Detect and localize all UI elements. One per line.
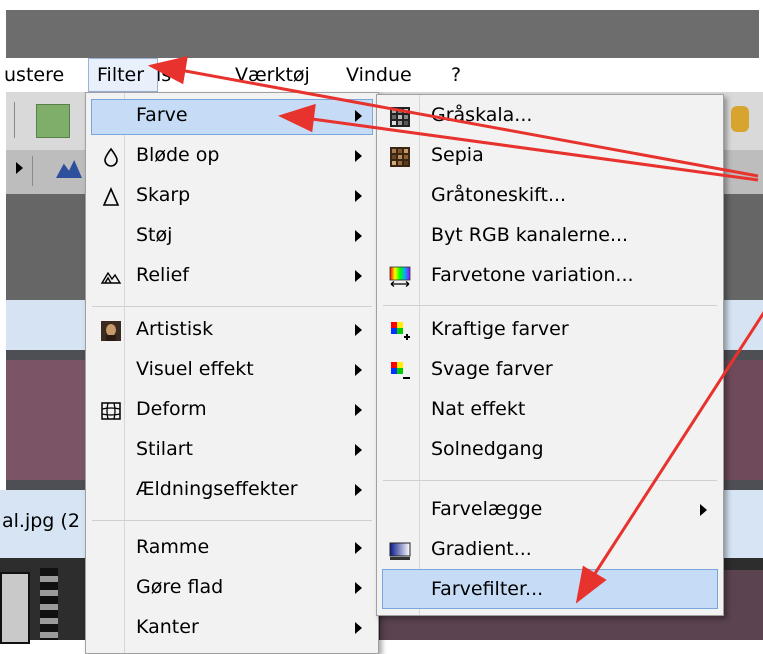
menu-item-gradient[interactable]: Gradient...: [377, 531, 723, 571]
menu-item-label: Relief: [136, 264, 189, 286]
menu-item-label: Byt RGB kanalerne...: [431, 224, 629, 246]
menu-item-label: Skarp: [136, 184, 191, 206]
menu-item-label: Farvetone variation...: [431, 264, 634, 286]
submenu-arrow-icon: [355, 190, 362, 202]
menu-separator: [383, 480, 717, 481]
menu-item-label: Farvelægge: [431, 498, 543, 520]
menu-item-label: Deform: [136, 398, 207, 420]
submenu-arrow-icon: [355, 404, 362, 416]
menu-item-label: Gråtoneskift...: [431, 184, 567, 206]
menu-item-label: Stilart: [136, 438, 193, 460]
menu-vis[interactable]: is: [156, 63, 171, 89]
menu-item-label: Farve: [136, 104, 188, 126]
menu-item-label: Visuel effekt: [136, 358, 254, 380]
submenu-arrow-icon: [355, 444, 362, 456]
menu-item-label: Farvefilter...: [431, 578, 544, 600]
submenu-arrow-icon: [355, 324, 362, 336]
menu-item-label: Ramme: [136, 536, 210, 558]
menu-item-label: Bløde op: [136, 144, 220, 166]
menu-filter[interactable]: Filter: [88, 58, 158, 92]
menu-item-label: Gradient...: [431, 538, 532, 560]
menu-item-byt-rgb[interactable]: Byt RGB kanalerne...: [377, 217, 723, 257]
grid-deform-icon: [101, 402, 121, 420]
toolbar-icon-right[interactable]: [731, 106, 749, 132]
menu-help[interactable]: ?: [451, 63, 461, 89]
menu-separator: [92, 306, 372, 307]
menu-item-stoej[interactable]: Støj: [86, 217, 378, 257]
menu-item-farve[interactable]: Farve: [86, 97, 378, 137]
submenu-arrow-icon: [355, 484, 362, 496]
sepia-grid-icon: [390, 147, 410, 167]
rainbow-icon: [389, 266, 411, 287]
histogram-icon[interactable]: [56, 160, 82, 178]
menu-item-label: Kanter: [136, 616, 199, 638]
relief-icon: [100, 271, 122, 284]
menu-item-farvefilter[interactable]: Farvefilter...: [377, 571, 723, 611]
menu-item-label: Gråskala...: [431, 104, 533, 126]
color-minus-icon: [391, 362, 410, 379]
menu-item-farvelaegge[interactable]: Farvelægge: [377, 491, 723, 531]
toolbar-arrow-icon[interactable]: [16, 162, 23, 174]
menu-item-label: Svage farver: [431, 358, 553, 380]
menu-item-label: Sepia: [431, 144, 484, 166]
menu-item-relief[interactable]: Relief: [86, 257, 378, 297]
menu-justere[interactable]: ustere: [4, 63, 64, 89]
menu-item-nat-effekt[interactable]: Nat effekt: [377, 391, 723, 431]
menu-item-label: Støj: [136, 224, 173, 246]
menu-vaerktoej[interactable]: Værktøj: [235, 63, 310, 89]
menu-item-kraftige-farver[interactable]: Kraftige farver: [377, 311, 723, 351]
film-perforation: [40, 568, 58, 640]
menu-item-label: Gøre flad: [136, 576, 224, 598]
toolbar-divider: [32, 156, 33, 186]
image-icon[interactable]: [36, 104, 70, 138]
file-name-label: al.jpg (2: [2, 510, 80, 532]
menu-item-label: Ældningseffekter: [136, 478, 298, 500]
portrait-icon: [101, 321, 121, 341]
filter-menu: Farve Bløde op Skarp Støj Relief Artisti…: [85, 92, 379, 654]
color-plus-icon: [391, 322, 410, 340]
menu-item-aeldningseffekter[interactable]: Ældningseffekter: [86, 471, 378, 511]
menu-item-deform[interactable]: Deform: [86, 391, 378, 431]
grayscale-grid-icon: [390, 107, 410, 127]
menu-item-graaskala[interactable]: Gråskala...: [377, 97, 723, 137]
menu-item-label: Solnedgang: [431, 438, 544, 460]
menu-item-farvetone-variation[interactable]: Farvetone variation...: [377, 257, 723, 297]
submenu-arrow-icon: [700, 504, 707, 516]
submenu-arrow-icon: [355, 582, 362, 594]
menu-item-skarp[interactable]: Skarp: [86, 177, 378, 217]
submenu-arrow-icon: [355, 230, 362, 242]
menu-item-label: Nat effekt: [431, 398, 526, 420]
menu-separator: [383, 305, 717, 306]
triangle-icon: [102, 187, 120, 206]
submenu-arrow-icon: [355, 622, 362, 634]
menu-item-artistisk[interactable]: Artistisk: [86, 311, 378, 351]
menu-item-label: Kraftige farver: [431, 318, 569, 340]
submenu-arrow-icon: [355, 270, 362, 282]
thumbnail[interactable]: [6, 360, 86, 480]
submenu-arrow-icon: [355, 110, 362, 122]
title-bar: [6, 10, 759, 58]
menu-item-label: Artistisk: [136, 318, 214, 340]
menu-item-svage-farver[interactable]: Svage farver: [377, 351, 723, 391]
menu-separator: [92, 520, 372, 521]
menu-item-bloede-op[interactable]: Bløde op: [86, 137, 378, 177]
menu-item-goere-flad[interactable]: Gøre flad: [86, 569, 378, 609]
menu-item-kanter[interactable]: Kanter: [86, 609, 378, 649]
drop-icon: [104, 147, 118, 167]
submenu-arrow-icon: [355, 150, 362, 162]
menu-item-sepia[interactable]: Sepia: [377, 137, 723, 177]
menu-filter-label: Filter: [97, 64, 145, 86]
gradient-icon: [389, 542, 411, 560]
menu-item-solnedgang[interactable]: Solnedgang: [377, 431, 723, 471]
submenu-arrow-icon: [355, 364, 362, 376]
menu-item-ramme[interactable]: Ramme: [86, 529, 378, 569]
menu-item-stilart[interactable]: Stilart: [86, 431, 378, 471]
farve-submenu: Gråskala... Sepia Gråtoneskift... Byt RG…: [376, 94, 724, 616]
submenu-arrow-icon: [355, 542, 362, 554]
thumbnail[interactable]: [0, 572, 30, 644]
menu-vindue[interactable]: Vindue: [346, 63, 412, 89]
menu-item-graatoneskift[interactable]: Gråtoneskift...: [377, 177, 723, 217]
menu-item-visuel-effekt[interactable]: Visuel effekt: [86, 351, 378, 391]
toolbar-divider: [14, 102, 15, 138]
